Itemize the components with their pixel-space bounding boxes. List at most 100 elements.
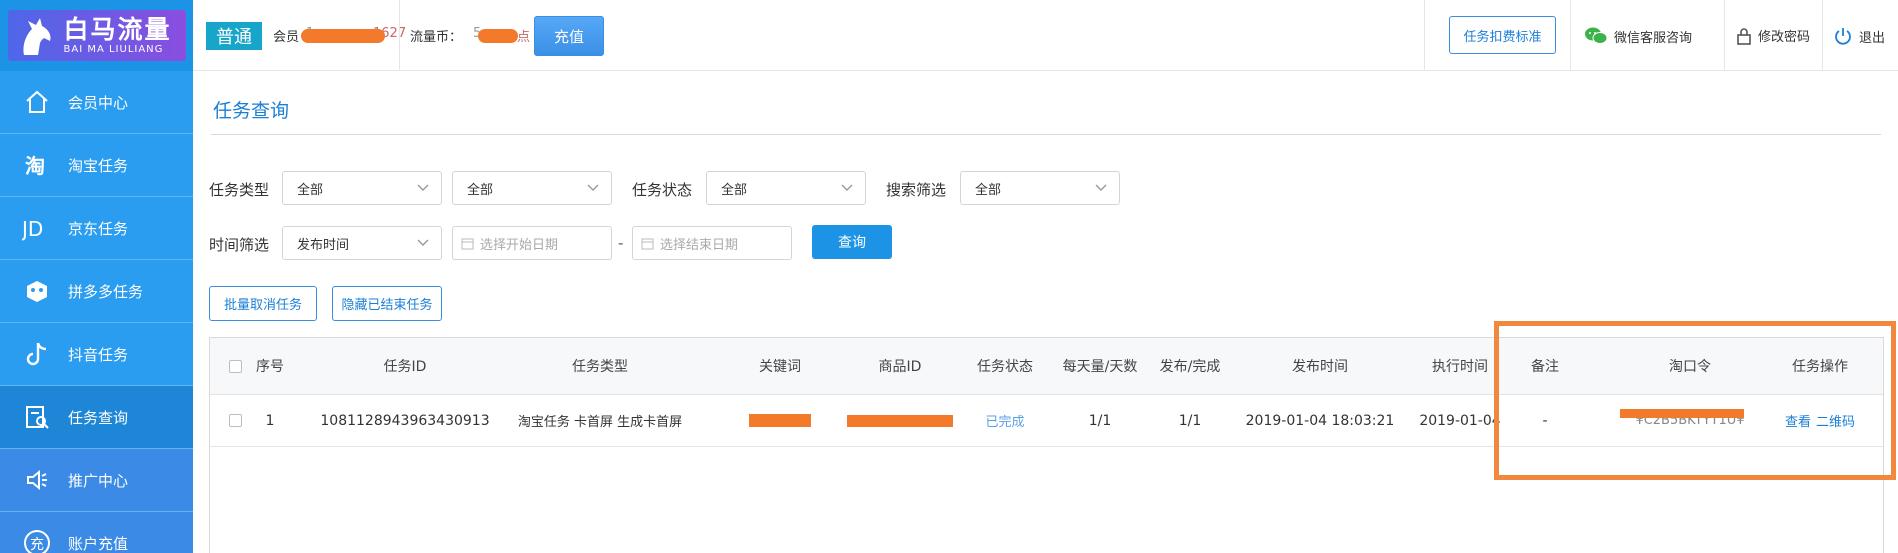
fee-standard-button[interactable]: 任务扣费标准: [1449, 16, 1556, 54]
calendar-icon: [641, 237, 654, 250]
header-divider: [1424, 0, 1425, 70]
taobao-icon: 淘: [22, 150, 52, 180]
sidebar-item-label: 账户充值: [68, 534, 129, 553]
col-product-id: 商品ID: [878, 359, 922, 375]
logout-label: 退出: [1859, 30, 1886, 46]
member-account-redaction: [301, 29, 385, 43]
sidebar-item-label: 京东任务: [68, 219, 129, 238]
recharge-icon: 充: [22, 528, 52, 553]
task-status-value: 全部: [721, 182, 748, 198]
sidebar-item-member-center[interactable]: 会员中心: [0, 71, 193, 134]
top-header: 普通 会员 1 1627 流量币： 5 点 充值 任务扣费标准 微信客服咨询 修…: [193, 0, 1898, 71]
svg-text:JD: JD: [22, 217, 43, 241]
power-icon: [1833, 26, 1853, 46]
sidebar-item-task-query[interactable]: 任务查询: [0, 386, 193, 449]
sidebar-item-recharge[interactable]: 充 账户充值: [0, 512, 193, 553]
col-task-type: 任务类型: [572, 359, 628, 375]
sidebar-item-pinduoduo[interactable]: 拼多多任务: [0, 260, 193, 323]
title-divider: [211, 134, 1881, 135]
row-product-id: [840, 395, 960, 446]
col-exec-time: 执行时间: [1432, 359, 1488, 375]
change-password-link[interactable]: 修改密码: [1736, 26, 1810, 45]
search-filter-select[interactable]: 全部: [960, 171, 1120, 205]
douyin-icon: [22, 339, 52, 369]
col-remark: 备注: [1531, 359, 1559, 375]
logout-link[interactable]: 退出: [1833, 26, 1885, 46]
task-subtype-select[interactable]: 全部: [452, 171, 612, 205]
header-divider: [399, 0, 400, 70]
coin-label: 流量币：: [410, 30, 463, 45]
col-tkl: 淘口令: [1669, 359, 1711, 375]
col-task-id: 任务ID: [383, 359, 427, 375]
date-range-dash: -: [618, 234, 624, 252]
task-status-select[interactable]: 全部: [706, 171, 866, 205]
end-date-placeholder: 选择结束日期: [660, 237, 739, 253]
search-filter-label: 搜索筛选: [886, 181, 947, 199]
time-filter-select[interactable]: 发布时间: [282, 226, 442, 260]
end-date-input[interactable]: 选择结束日期: [632, 226, 792, 260]
task-search-icon: [22, 402, 52, 432]
hide-finished-button[interactable]: 隐藏已结束任务: [332, 286, 442, 321]
sidebar-item-douyin[interactable]: 抖音任务: [0, 323, 193, 386]
select-all-checkbox[interactable]: [228, 338, 242, 394]
row-exec-time: 2019-01-04: [1419, 412, 1501, 429]
col-index: 序号: [256, 359, 284, 375]
page-title: 任务查询: [213, 100, 290, 122]
sidebar-item-label: 抖音任务: [68, 345, 129, 364]
row-keyword: [730, 395, 830, 446]
chevron-down-icon: [1095, 181, 1107, 197]
home-icon: [22, 87, 52, 117]
task-type-select[interactable]: 全部: [282, 171, 442, 205]
brand-name-cn: 白马流量: [63, 14, 172, 44]
sidebar-item-taobao[interactable]: 淘 淘宝任务: [0, 134, 193, 197]
brand-name-en: BAI MA LIULIANG: [63, 43, 164, 55]
batch-cancel-button[interactable]: 批量取消任务: [209, 286, 317, 321]
view-link[interactable]: 查看: [1785, 411, 1811, 430]
task-type-label: 任务类型: [209, 181, 270, 199]
change-password-label: 修改密码: [1758, 30, 1811, 45]
lock-icon: [1736, 27, 1752, 45]
col-operations: 任务操作: [1792, 359, 1848, 375]
search-filter-value: 全部: [975, 182, 1002, 198]
sidebar-item-label: 会员中心: [68, 93, 129, 112]
wechat-icon: [1584, 26, 1608, 46]
jd-icon: JD: [22, 213, 52, 243]
logo-area[interactable]: 白马流量 BAI MA LIULIANG: [0, 0, 193, 71]
start-date-placeholder: 选择开始日期: [480, 237, 559, 253]
svg-text:充: 充: [30, 537, 44, 553]
pinduoduo-icon: [22, 276, 52, 306]
row-task-status: 已完成: [985, 415, 1025, 430]
col-daily-days: 每天量/天数: [1062, 359, 1138, 375]
sidebar-item-label: 拼多多任务: [68, 282, 144, 301]
col-publish-complete: 发布/完成: [1159, 359, 1221, 375]
chevron-down-icon: [417, 181, 429, 197]
time-filter-value: 发布时间: [297, 237, 350, 253]
row-tkl: ¥C2B5BKTYT1U¥: [1610, 395, 1770, 446]
sidebar-item-promotion[interactable]: 推广中心: [0, 449, 193, 512]
app-root: 白马流量 BAI MA LIULIANG 会员中心 淘 淘宝任务 JD 京东任务…: [0, 0, 1898, 553]
start-date-input[interactable]: 选择开始日期: [452, 226, 612, 260]
col-task-status: 任务状态: [977, 359, 1033, 375]
col-keyword: 关键词: [759, 359, 801, 375]
row-checkbox[interactable]: [228, 395, 242, 446]
sidebar-item-label: 淘宝任务: [68, 156, 129, 175]
header-divider: [1822, 0, 1823, 70]
qrcode-link[interactable]: 二维码: [1816, 411, 1855, 430]
sidebar-item-label: 推广中心: [68, 471, 129, 490]
row-remark: -: [1542, 412, 1548, 429]
row-publish-complete: 1/1: [1178, 412, 1202, 429]
wechat-support-link[interactable]: 微信客服咨询: [1584, 26, 1692, 46]
task-type-value: 全部: [297, 182, 324, 198]
table-header: 序号 任务ID 任务类型 关键词 商品ID 任务状态 每天量/天数 发布/完成 …: [210, 338, 1883, 395]
recharge-button[interactable]: 充值: [534, 16, 604, 56]
row-task-id: 1081128943963430913: [320, 412, 490, 429]
sidebar-item-jd[interactable]: JD 京东任务: [0, 197, 193, 260]
member-level-badge: 普通: [206, 22, 262, 50]
query-button[interactable]: 查询: [812, 225, 892, 259]
task-subtype-value: 全部: [467, 182, 494, 198]
row-task-type: 淘宝任务 卡首屏 生成卡首屏: [517, 415, 683, 430]
sidebar: 会员中心 淘 淘宝任务 JD 京东任务 拼多多任务 抖音任务 任务查询 推广中心…: [0, 71, 193, 553]
col-publish-time: 发布时间: [1292, 359, 1348, 375]
chevron-down-icon: [587, 181, 599, 197]
calendar-icon: [461, 237, 474, 250]
